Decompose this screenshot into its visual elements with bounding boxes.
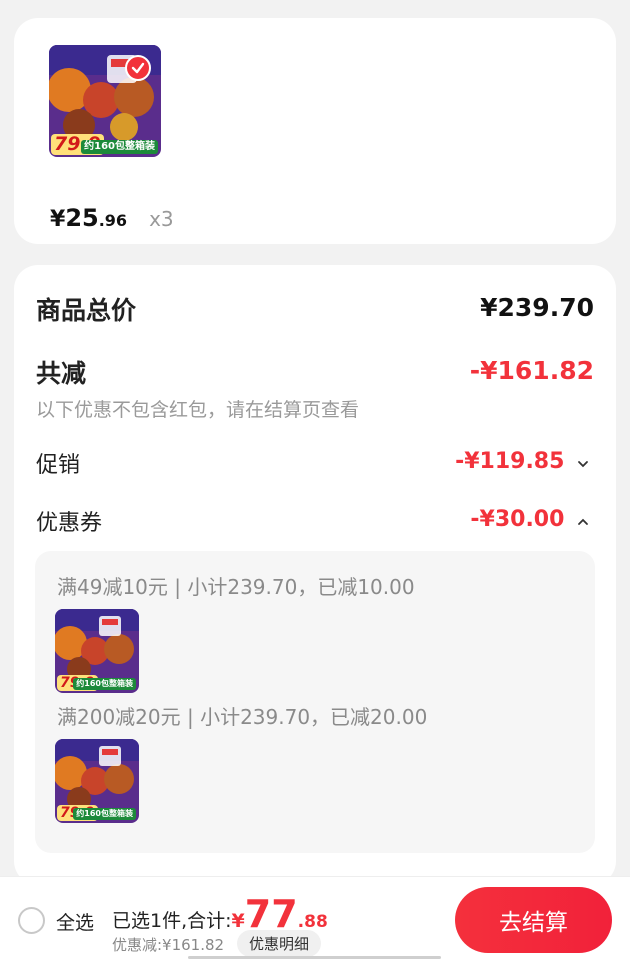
price-summary-card: 商品总价 ¥239.70 共减 -¥161.82 以下优惠不包含红包，请在结算页… — [14, 265, 616, 885]
promo-row-toggle[interactable]: -¥119.85 — [455, 449, 590, 474]
total-prefix: 已选1件,合计: — [112, 910, 232, 932]
cart-item-card: 79.9 约160包整箱装 ¥ 25 .96 x3 — [14, 18, 616, 244]
coupon-product-image-1: 79.9 约160包整箱装 — [55, 609, 139, 693]
coupon-line-2: 满200减20元 | 小计239.70，已减20.00 — [57, 705, 428, 729]
coupon-row-toggle[interactable]: -¥30.00 — [470, 507, 590, 532]
promo-label: 促销 — [36, 453, 81, 478]
coupon-line-1: 满49减10元 | 小计239.70，已减10.00 — [57, 575, 415, 599]
coupon-detail-panel: 满49减10元 | 小计239.70，已减10.00 79.9 约160包整箱装… — [35, 551, 595, 853]
price-currency: ¥ — [50, 207, 66, 232]
total-price-label: 商品总价 — [36, 296, 137, 325]
chevron-up-icon — [578, 518, 588, 525]
price-decimal: .96 — [98, 211, 128, 230]
selected-check-icon[interactable] — [125, 55, 151, 81]
price-integer: 25 — [65, 204, 99, 232]
discount-summary: 优惠减:¥161.82 — [112, 936, 225, 954]
coupon-product-image-2: 79.9 约160包整箱装 — [55, 739, 139, 823]
item-quantity: x3 — [149, 207, 174, 231]
thumb-pack-label: 约160包整箱装 — [81, 140, 158, 154]
coupon-value: -¥30.00 — [470, 507, 565, 532]
item-price-row: ¥ 25 .96 x3 — [50, 204, 174, 232]
thumb-pack-label: 约160包整箱装 — [73, 678, 136, 690]
product-image[interactable]: 79.9 约160包整箱装 — [49, 45, 161, 157]
reduce-label: 共减 — [36, 359, 87, 388]
checkout-bar: 全选 已选1件,合计: ¥ 77 .88 优惠减:¥161.82 优惠明细 去结… — [0, 876, 630, 959]
promo-value: -¥119.85 — [455, 449, 565, 474]
reduce-value: -¥161.82 — [469, 356, 594, 385]
total-currency: ¥ — [231, 910, 245, 932]
checkout-button[interactable]: 去结算 — [455, 887, 612, 953]
total-price-value: ¥239.70 — [480, 293, 594, 322]
chevron-down-icon — [578, 460, 588, 467]
reduce-note: 以下优惠不包含红包，请在结算页查看 — [36, 399, 360, 421]
coupon-label: 优惠券 — [36, 511, 103, 536]
total-decimal: .88 — [297, 912, 328, 932]
total-line: 已选1件,合计: ¥ 77 .88 — [112, 895, 328, 933]
thumb-pack-label: 约160包整箱装 — [73, 808, 136, 820]
discount-detail-button[interactable]: 优惠明细 — [237, 930, 322, 957]
select-all-label[interactable]: 全选 — [56, 908, 94, 935]
select-all-radio[interactable] — [18, 907, 45, 934]
total-integer: 77 — [244, 892, 298, 936]
